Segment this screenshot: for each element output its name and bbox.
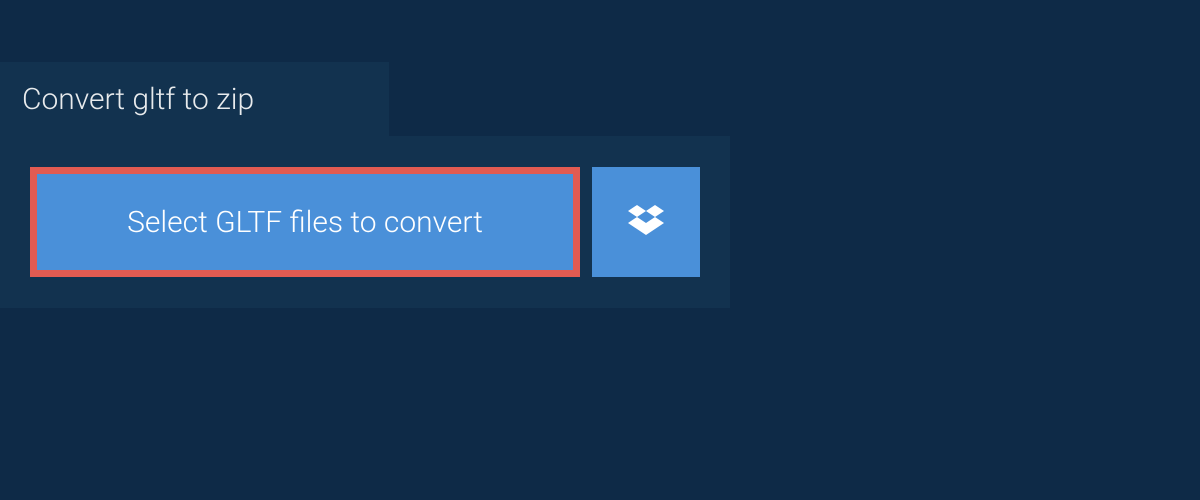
dropbox-icon (628, 202, 664, 242)
select-files-button[interactable]: Select GLTF files to convert (30, 167, 580, 277)
tab-label: Convert gltf to zip (22, 82, 254, 117)
dropbox-button[interactable] (592, 167, 700, 277)
tab-convert[interactable]: Convert gltf to zip (0, 62, 389, 136)
conversion-panel: Select GLTF files to convert (0, 136, 730, 308)
select-files-label: Select GLTF files to convert (127, 205, 483, 240)
